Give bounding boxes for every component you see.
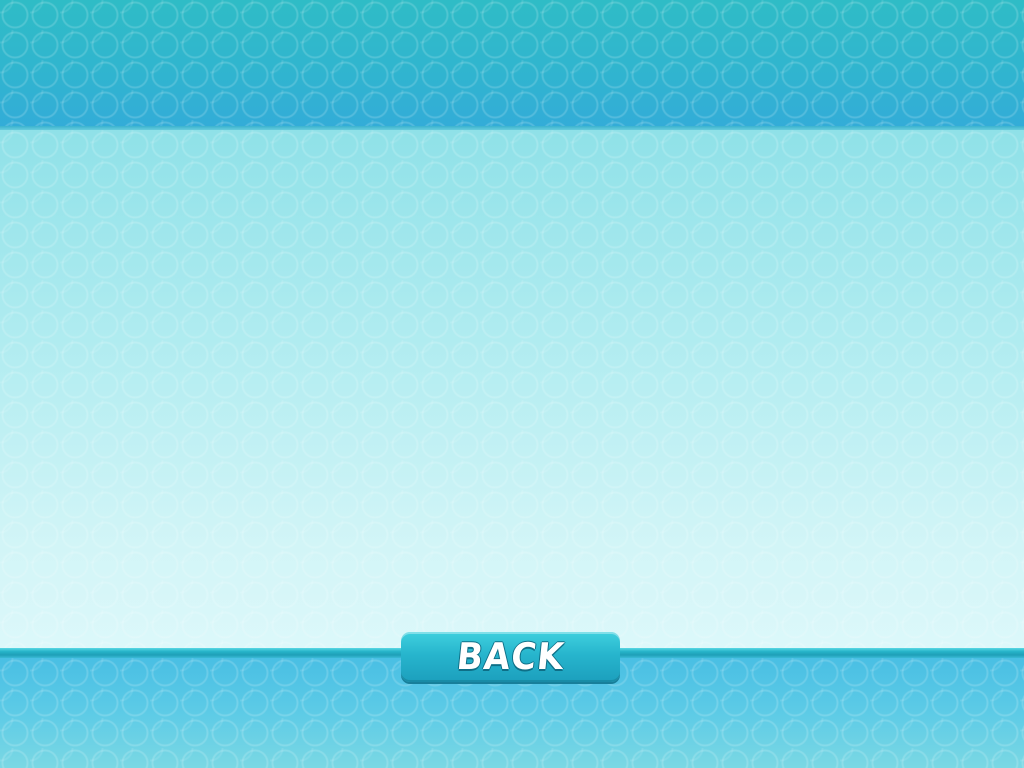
back-button-label: BACK	[454, 635, 567, 679]
content-panel	[0, 130, 1024, 650]
top-banner	[0, 0, 1024, 128]
content-panel-pattern	[0, 130, 1024, 650]
game-screen: BACK	[0, 0, 1024, 768]
top-banner-pattern	[0, 0, 1024, 128]
back-button[interactable]: BACK	[401, 632, 620, 682]
